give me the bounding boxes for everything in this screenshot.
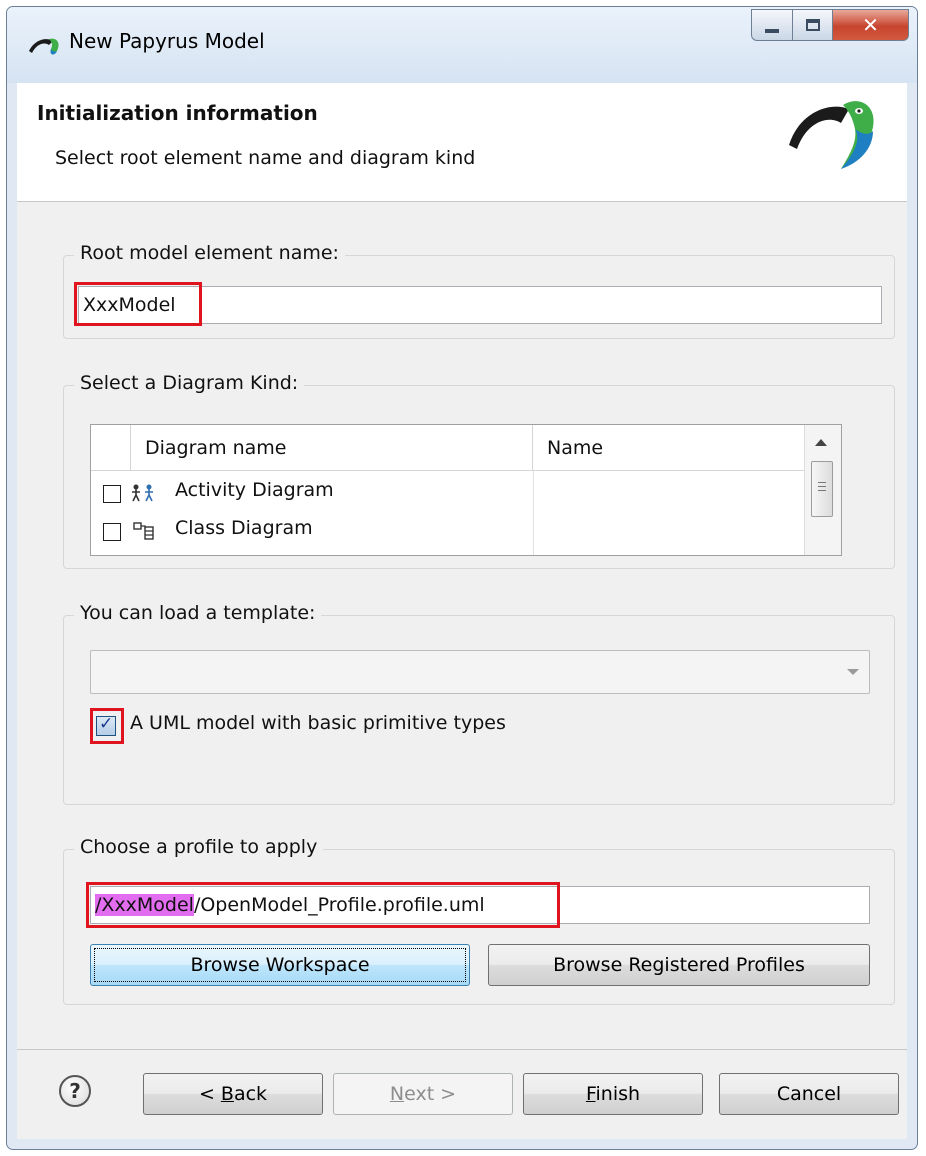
window-title: New Papyrus Model [69,29,265,53]
focus-ring [94,948,466,982]
browse-registered-label: Browse Registered Profiles [553,954,805,976]
minimize-button[interactable] [751,9,793,41]
cancel-button[interactable]: Cancel [719,1073,899,1115]
checkbox-highlight [90,708,124,744]
browse-registered-profiles-button[interactable]: Browse Registered Profiles [488,944,870,986]
column-divider [533,471,534,555]
root-name-group: Root model element name: XxxModel [63,242,895,339]
diagram-kind-group: Select a Diagram Kind: Diagram name Name… [63,372,895,569]
scroll-thumb[interactable] [811,461,833,517]
template-group: You can load a template: ✓ A UML model w… [63,602,895,805]
finish-button[interactable]: Finish [523,1073,703,1115]
activity-diagram-icon [132,484,153,502]
next-label: Next > [389,1083,457,1105]
finish-label: Finish [585,1083,641,1105]
minimize-icon [765,29,779,33]
window-controls: ✕ [751,9,909,43]
table-scrollbar[interactable] [804,425,841,555]
column-header-name[interactable]: Name [533,425,833,471]
class-diagram-checkbox[interactable] [103,523,121,541]
primitive-types-label[interactable]: A UML model with basic primitive types [130,712,506,734]
back-label: < Back [198,1083,268,1105]
new-papyrus-model-dialog: New Papyrus Model ✕ Initialization infor… [6,6,918,1150]
back-button[interactable]: < Back [143,1073,323,1115]
activity-diagram-label: Activity Diagram [175,479,334,501]
chevron-down-icon [847,669,859,675]
title-bar[interactable]: New Papyrus Model ✕ [7,7,917,83]
help-icon: ? [69,1079,81,1103]
table-row[interactable]: Activity Diagram [91,473,831,511]
table-row[interactable]: Class Diagram [91,511,831,549]
template-select[interactable] [90,650,870,694]
maximize-icon [805,19,820,31]
page-description: Select root element name and diagram kin… [55,147,476,169]
column-header-diagram-name[interactable]: Diagram name [131,425,533,471]
diagram-kind-legend: Select a Diagram Kind: [74,372,305,394]
next-button[interactable]: Next > [333,1073,513,1115]
help-button[interactable]: ? [59,1075,91,1107]
close-icon: ✕ [862,13,879,37]
class-diagram-label: Class Diagram [175,517,313,539]
activity-diagram-checkbox[interactable] [103,485,121,503]
template-legend: You can load a template: [74,602,322,624]
cancel-label: Cancel [776,1083,842,1105]
papyrus-logo-icon [789,101,874,169]
root-name-legend: Root model element name: [74,242,345,264]
diagram-kind-table[interactable]: Diagram name Name Activity Diagram Class… [90,424,842,556]
footer-separator [17,1049,907,1050]
dialog-client-area: Initialization information Select root e… [17,83,907,1139]
scroll-up-arrow-icon[interactable] [815,439,827,446]
root-name-highlight [74,282,202,326]
profile-path-highlight [86,882,560,928]
maximize-button[interactable] [793,9,833,41]
class-diagram-icon [133,522,154,540]
page-title: Initialization information [37,101,318,125]
profile-group: Choose a profile to apply /XxxModel/Open… [63,836,895,1005]
papyrus-app-icon [29,38,59,55]
profile-legend: Choose a profile to apply [74,836,324,858]
browse-workspace-button[interactable]: Browse Workspace [90,944,470,986]
column-header-blank [91,425,131,471]
close-button[interactable]: ✕ [833,9,909,41]
wizard-banner: Initialization information Select root e… [17,83,907,202]
